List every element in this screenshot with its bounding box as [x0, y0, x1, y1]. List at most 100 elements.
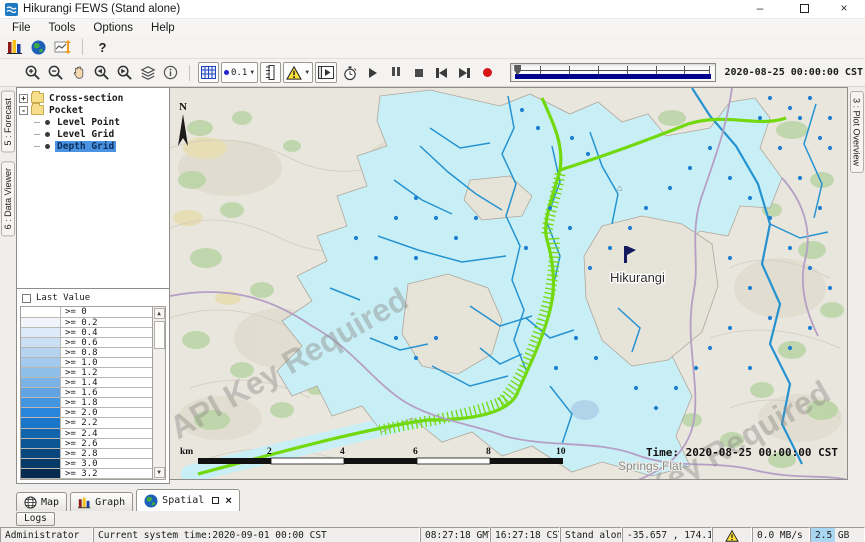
zoom-previous-button[interactable]: [91, 62, 112, 83]
record-button[interactable]: [477, 62, 498, 83]
grid-display-button[interactable]: [198, 62, 219, 83]
legend-row: >= 0: [21, 307, 152, 317]
dot-icon: [224, 70, 229, 75]
spatial-display-button[interactable]: [52, 37, 73, 58]
warnings-dropdown-button[interactable]: ▼: [283, 62, 313, 83]
tab-plot-overview[interactable]: 3 : Plot Overview: [850, 91, 864, 173]
scale-bar-button[interactable]: [260, 62, 281, 83]
map-canvas: ⌂ API Key Required API Key Required Hiku…: [170, 88, 848, 480]
zoom-in-icon: [24, 64, 41, 81]
legend-value: >= 2.4: [61, 429, 98, 438]
time-slider[interactable]: [510, 63, 715, 82]
legend-value: >= 1.0: [61, 358, 98, 367]
zoom-in-button[interactable]: [22, 62, 43, 83]
svg-text:N: N: [179, 101, 187, 113]
tab-forecast[interactable]: 5 : Forecast: [1, 91, 15, 153]
scroll-down-icon[interactable]: ▼: [154, 467, 165, 478]
maximize-panel-icon[interactable]: [212, 497, 219, 504]
maximize-button[interactable]: [781, 0, 823, 18]
legend-value: >= 2.2: [61, 418, 98, 427]
legend-scrollbar[interactable]: ▲ ▼: [152, 307, 165, 479]
time-slider-track: [516, 70, 709, 71]
tab-data-viewer[interactable]: 6 : Data Viewer: [1, 161, 15, 236]
status-warning[interactable]: [712, 527, 752, 542]
pause-button[interactable]: [385, 62, 406, 83]
zoom-out-button[interactable]: [45, 62, 66, 83]
layers-button[interactable]: [137, 62, 158, 83]
right-tab-strip: 3 : Plot Overview: [848, 87, 865, 489]
legend-value: >= 0.4: [61, 328, 98, 337]
svg-text:4: 4: [340, 447, 345, 457]
building-icon: ⌂: [617, 183, 622, 193]
globe-icon: [144, 494, 158, 508]
bar-chart-icon: [78, 496, 91, 509]
minimize-button[interactable]: –: [739, 0, 781, 18]
legend-swatch: [21, 429, 61, 438]
bar-chart-icon: [7, 39, 23, 55]
legend-row: >= 1.4: [21, 378, 152, 388]
play-button[interactable]: [362, 62, 383, 83]
map-view[interactable]: ⌂ API Key Required API Key Required Hiku…: [170, 87, 848, 480]
tree-item-level-grid[interactable]: Level Grid: [19, 128, 167, 140]
svg-text:6: 6: [413, 447, 418, 457]
tab-map[interactable]: Map: [16, 492, 67, 511]
legend-row: >= 0.8: [21, 348, 152, 358]
tree-item-cross-section[interactable]: + Cross-section: [19, 92, 167, 104]
time-span-bar: [515, 74, 710, 79]
expand-icon[interactable]: +: [19, 94, 28, 103]
tab-graph[interactable]: Graph: [70, 492, 133, 511]
menu-file[interactable]: File: [3, 22, 40, 34]
legend-row: >= 1.6: [21, 388, 152, 398]
status-user: Administrator: [0, 527, 93, 542]
map-toolbar: 0.1▼ ▼ 2020-08-25 00:00:00 CST: [0, 59, 865, 87]
contour-interval-dropdown[interactable]: 0.1▼: [221, 62, 258, 83]
logs-button[interactable]: Logs: [16, 512, 55, 526]
animation-button[interactable]: [315, 62, 337, 83]
help-button[interactable]: ?: [92, 37, 113, 58]
menu-options[interactable]: Options: [84, 22, 142, 34]
skip-end-button[interactable]: [454, 62, 475, 83]
close-button[interactable]: ×: [823, 0, 865, 18]
explorer-button[interactable]: [4, 37, 25, 58]
warning-icon: [286, 66, 302, 80]
hand-icon: [71, 65, 87, 81]
stop-button[interactable]: [408, 62, 429, 83]
skip-end-icon: [459, 68, 470, 78]
chevron-down-icon: ▼: [249, 70, 255, 76]
legend-value: >= 1.8: [61, 398, 98, 407]
place-label: Springs Flat: [618, 459, 683, 473]
reset-time-button[interactable]: [339, 62, 360, 83]
tree-item-depth-grid[interactable]: Depth Grid: [19, 140, 167, 152]
pan-button[interactable]: [68, 62, 89, 83]
status-local-time: 16:27:18 CST: [490, 527, 560, 542]
window-title: Hikurangi FEWS (Stand alone): [23, 3, 180, 15]
legend-row: >= 0.2: [21, 318, 152, 328]
skip-start-button[interactable]: [431, 62, 452, 83]
close-panel-icon[interactable]: ×: [225, 495, 231, 507]
info-button[interactable]: [160, 62, 181, 83]
legend-swatch: [21, 439, 61, 448]
zoom-next-button[interactable]: [114, 62, 135, 83]
tree-item-level-point[interactable]: Level Point: [19, 116, 167, 128]
legend-swatch: [21, 307, 61, 316]
wire-globe-icon: [24, 496, 37, 509]
main-area: 5 : Forecast 6 : Data Viewer + Cross-sec…: [0, 87, 865, 489]
last-value-checkbox[interactable]: [22, 294, 31, 303]
collapse-icon[interactable]: -: [19, 106, 28, 115]
globe-icon: [31, 40, 46, 55]
legend-row: >= 0.4: [21, 328, 152, 338]
menu-help[interactable]: Help: [142, 22, 184, 34]
legend-value: >= 0.6: [61, 338, 98, 347]
map-display-button[interactable]: [28, 37, 49, 58]
status-network-speed: 0.0 MB/s: [752, 527, 810, 542]
stopwatch-icon: [342, 65, 358, 81]
svg-text:km: km: [180, 447, 193, 457]
menu-tools[interactable]: Tools: [40, 22, 85, 34]
tab-spatial[interactable]: Spatial ×: [136, 489, 240, 511]
scroll-up-icon[interactable]: ▲: [154, 308, 165, 319]
tree-item-pocket[interactable]: - Pocket: [19, 104, 167, 116]
legend-swatch: [21, 358, 61, 367]
scrollbar-thumb[interactable]: [154, 321, 165, 349]
chart-arrow-icon: [54, 39, 72, 55]
help-icon: ?: [93, 40, 113, 55]
